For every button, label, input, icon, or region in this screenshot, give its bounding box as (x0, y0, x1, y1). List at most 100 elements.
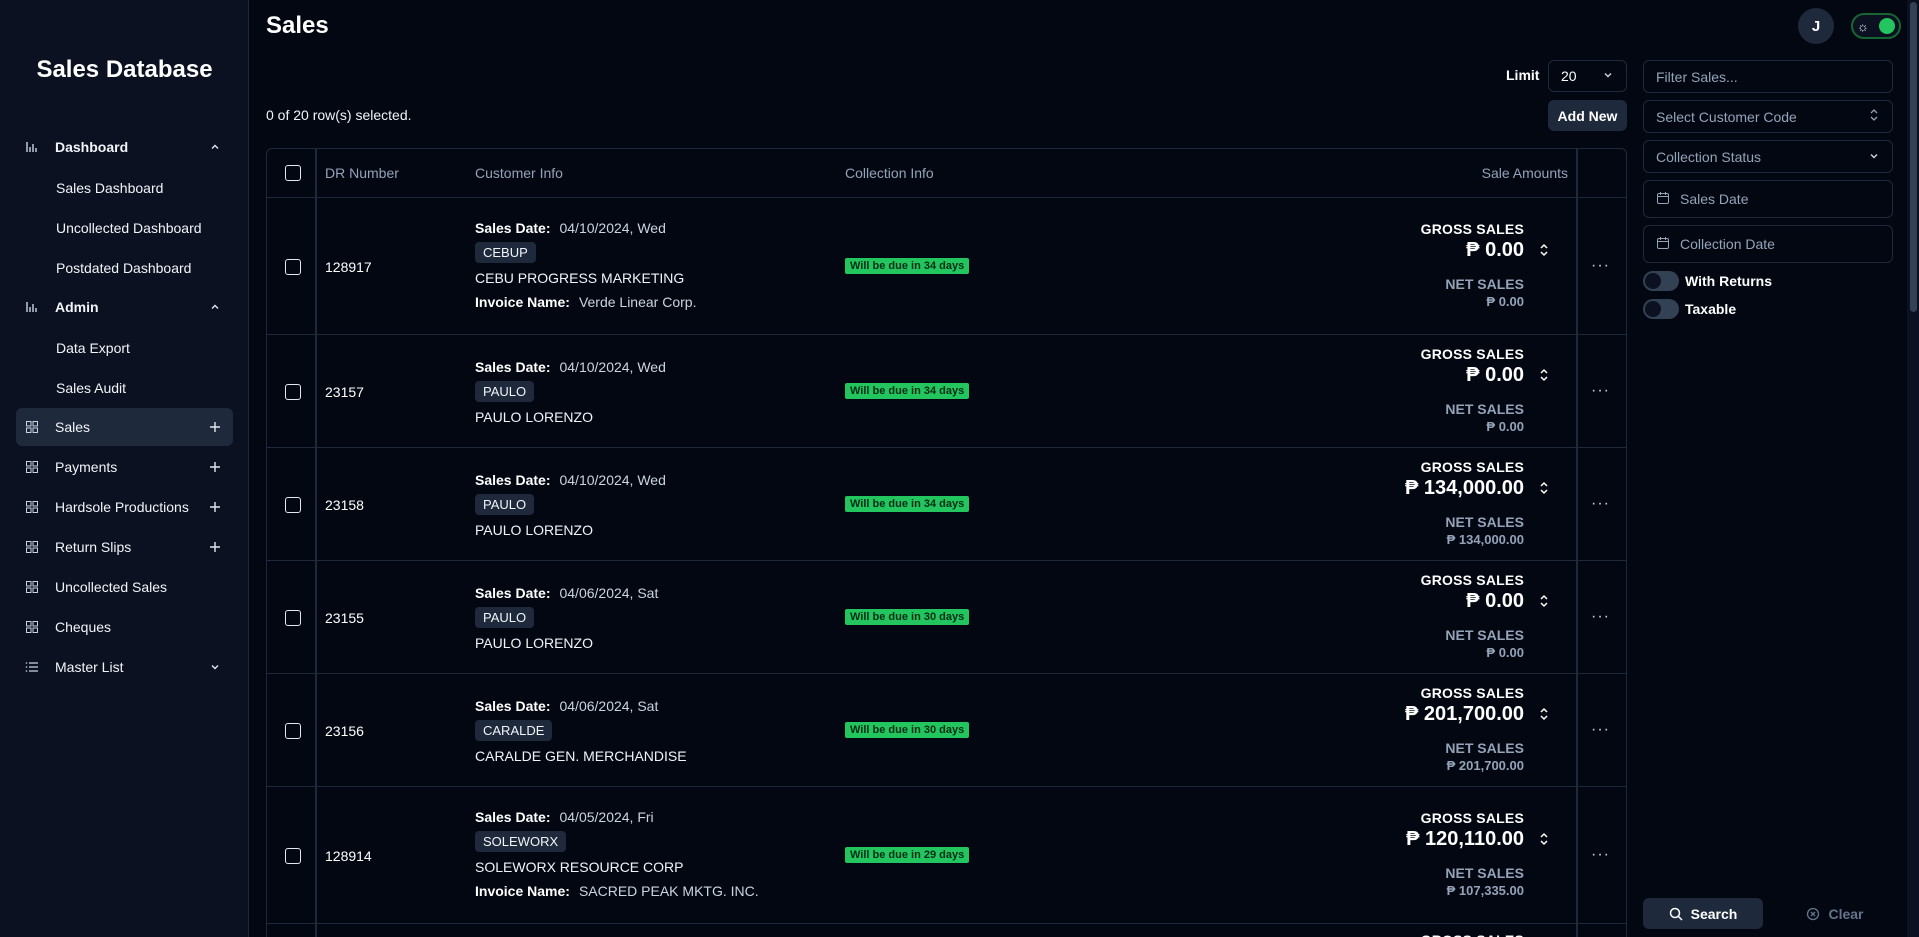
plus-icon[interactable] (207, 539, 223, 555)
sale-amounts: GROSS SALES ₱ 201,700.00 NET SALES ₱ 201… (1405, 685, 1524, 773)
sale-amounts: GROSS SALES ₱ 0.00 NET SALES ₱ 0.00 (1421, 346, 1524, 434)
sidebar-subitem-sales-audit[interactable]: Sales Audit (16, 368, 233, 408)
sales-date-line: Sales Date: 04/10/2024, Wed (475, 217, 696, 239)
dr-number[interactable]: 23157 (325, 384, 364, 400)
scrollbar-thumb[interactable] (1910, 2, 1917, 312)
expand-toggle-icon[interactable] (1538, 831, 1550, 847)
clear-button[interactable]: Clear (1785, 898, 1885, 929)
list-icon (24, 659, 40, 675)
customer-info: Sales Date: 04/10/2024, Wed PAULO PAULO … (475, 356, 666, 428)
expand-toggle-icon[interactable] (1538, 242, 1550, 258)
filter-sales-input[interactable]: Filter Sales... (1643, 60, 1893, 93)
theme-toggle[interactable]: ☼ (1851, 13, 1901, 39)
table-row[interactable]: GROSS SALES (267, 924, 1626, 937)
column-header-customer[interactable]: Customer Info (475, 165, 563, 181)
sale-amounts: GROSS SALES (1421, 932, 1524, 937)
table-row[interactable]: 23158 Sales Date: 04/10/2024, Wed PAULO … (267, 448, 1626, 561)
column-header-collection[interactable]: Collection Info (845, 165, 934, 181)
grid-icon (24, 459, 40, 475)
expand-toggle-icon[interactable] (1538, 593, 1550, 609)
sidebar-item-label: Dashboard (55, 139, 129, 155)
plus-icon[interactable] (207, 459, 223, 475)
sidebar-subitem-uncollected-dashboard[interactable]: Uncollected Dashboard (16, 208, 233, 248)
customer-code-line: SOLEWORX (475, 828, 759, 856)
more-actions-icon[interactable]: ··· (1591, 495, 1610, 513)
collection-date-picker[interactable]: Collection Date (1643, 225, 1893, 263)
sidebar-item-cheques[interactable]: Cheques (16, 608, 233, 646)
sidebar-item-dashboard[interactable]: Dashboard (16, 128, 233, 166)
table-row[interactable]: 128914 Sales Date: 04/05/2024, Fri SOLEW… (267, 787, 1626, 924)
dr-number[interactable]: 23155 (325, 610, 364, 626)
more-actions-icon[interactable]: ··· (1591, 608, 1610, 626)
filter-sales-placeholder: Filter Sales... (1656, 68, 1738, 85)
column-divider (315, 561, 317, 673)
chevron-up-icon[interactable] (207, 139, 223, 155)
taxable-switch[interactable] (1643, 299, 1679, 319)
due-status-badge: Will be due in 34 days (845, 382, 970, 399)
table-row[interactable]: 23156 Sales Date: 04/06/2024, Sat CARALD… (267, 674, 1626, 787)
sidebar-item-return-slips[interactable]: Return Slips (16, 528, 233, 566)
add-new-button[interactable]: Add New (1548, 100, 1627, 131)
more-actions-icon[interactable]: ··· (1591, 382, 1610, 400)
sales-date-value: 04/06/2024, Sat (559, 584, 659, 601)
net-sales-label: NET SALES (1445, 864, 1524, 881)
row-checkbox[interactable] (285, 609, 301, 626)
sales-date-value: 04/05/2024, Fri (559, 808, 654, 825)
expand-toggle-icon[interactable] (1538, 480, 1550, 496)
table-row[interactable]: 23157 Sales Date: 04/10/2024, Wed PAULO … (267, 335, 1626, 448)
collection-status-select[interactable]: Collection Status (1643, 140, 1893, 173)
row-checkbox[interactable] (285, 847, 301, 864)
sidebar-item-admin[interactable]: Admin (16, 288, 233, 326)
sales-date-picker[interactable]: Sales Date (1643, 180, 1893, 218)
sidebar-subitem-sales-dashboard[interactable]: Sales Dashboard (16, 168, 233, 208)
customer-code-line: CEBUP (475, 239, 696, 267)
table-row[interactable]: 23155 Sales Date: 04/06/2024, Sat PAULO … (267, 561, 1626, 674)
customer-info: Sales Date: 04/10/2024, Wed PAULO PAULO … (475, 469, 666, 541)
net-sales-label: NET SALES (1445, 400, 1524, 417)
dr-number[interactable]: 23156 (325, 723, 364, 739)
limit-select[interactable]: 20 (1548, 60, 1627, 92)
dr-number[interactable]: 128917 (325, 259, 372, 275)
table-row[interactable]: 128917 Sales Date: 04/10/2024, Wed CEBUP… (267, 198, 1626, 335)
more-actions-icon[interactable]: ··· (1591, 257, 1610, 275)
select-all-checkbox[interactable] (285, 165, 301, 181)
chevron-up-icon[interactable] (207, 299, 223, 315)
plus-icon[interactable] (207, 499, 223, 515)
sidebar-subitem-data-export[interactable]: Data Export (16, 328, 233, 368)
sidebar-item-payments[interactable]: Payments (16, 448, 233, 486)
with-returns-switch[interactable] (1643, 271, 1679, 291)
gross-sales-label: GROSS SALES (1421, 932, 1524, 937)
row-checkbox[interactable] (285, 383, 301, 400)
gross-sales-label: GROSS SALES (1420, 684, 1524, 701)
sidebar-item-sales[interactable]: Sales (16, 408, 233, 446)
customer-code-line: CARALDE (475, 717, 687, 745)
row-checkbox[interactable] (285, 258, 301, 275)
expand-toggle-icon[interactable] (1538, 706, 1550, 722)
search-button[interactable]: Search (1643, 898, 1763, 929)
dr-number[interactable]: 23158 (325, 497, 364, 513)
chevron-down-icon[interactable] (207, 659, 223, 675)
sidebar-item-hardsole-productions[interactable]: Hardsole Productions (16, 488, 233, 526)
due-status-badge: Will be due in 34 days (845, 257, 970, 274)
column-header-dr[interactable]: DR Number (325, 165, 399, 181)
gross-sales-value: ₱ 134,000.00 (1405, 476, 1524, 499)
row-checkbox[interactable] (285, 496, 301, 513)
page-scrollbar[interactable] (1907, 0, 1919, 937)
sidebar-subitem-postdated-dashboard[interactable]: Postdated Dashboard (16, 248, 233, 288)
more-actions-icon[interactable]: ··· (1591, 721, 1610, 739)
invoice-value: SACRED PEAK MKTG. INC. (578, 882, 759, 899)
avatar[interactable]: J (1798, 8, 1834, 44)
sale-amounts: GROSS SALES ₱ 0.00 NET SALES ₱ 0.00 (1421, 572, 1524, 660)
plus-icon[interactable] (207, 419, 223, 435)
sidebar-item-master-list[interactable]: Master List (16, 648, 233, 686)
search-icon (1669, 907, 1683, 921)
expand-toggle-icon[interactable] (1538, 367, 1550, 383)
sidebar-item-uncollected-sales[interactable]: Uncollected Sales (16, 568, 233, 606)
more-actions-icon[interactable]: ··· (1591, 846, 1610, 864)
customer-code-select[interactable]: Select Customer Code (1643, 100, 1893, 133)
column-header-amounts[interactable]: Sale Amounts (1482, 165, 1568, 181)
row-checkbox[interactable] (285, 722, 301, 739)
invoice-label: Invoice Name: (475, 293, 570, 310)
dr-number[interactable]: 128914 (325, 848, 372, 864)
sales-date-label: Sales Date: (475, 808, 551, 825)
